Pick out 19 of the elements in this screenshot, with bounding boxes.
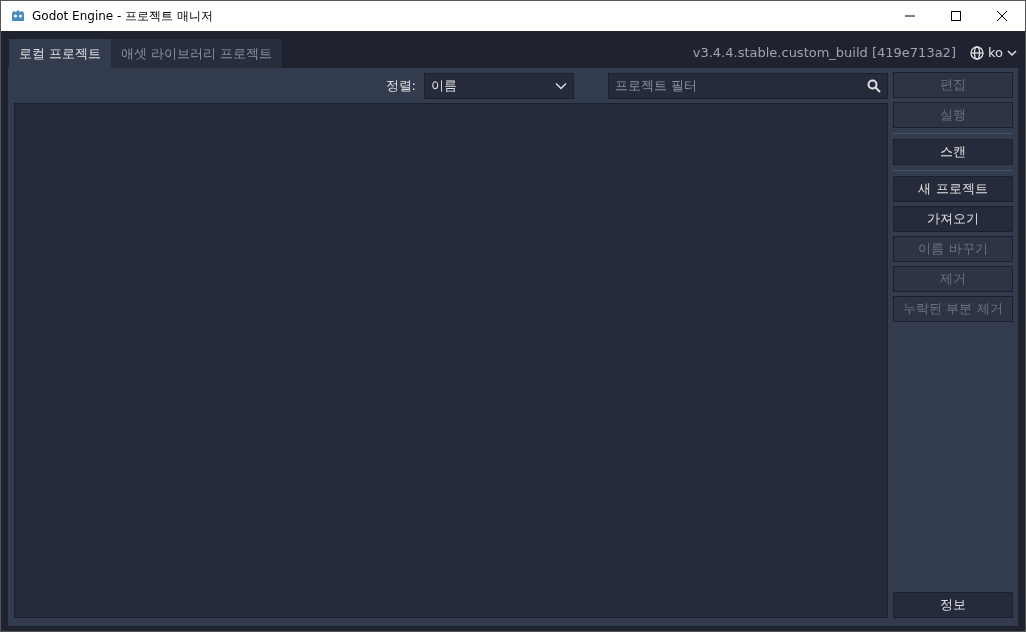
action-button[interactable]: 스캔 bbox=[893, 139, 1013, 165]
chevron-down-icon bbox=[555, 81, 567, 90]
tab[interactable]: 로컬 프로젝트 bbox=[9, 39, 112, 68]
search-icon bbox=[867, 78, 881, 93]
action-button[interactable]: 정보 bbox=[893, 592, 1013, 618]
action-button[interactable]: 새 프로젝트 bbox=[893, 176, 1013, 202]
sort-dropdown[interactable]: 이름 bbox=[424, 72, 574, 99]
version-label: v3.4.4.stable.custom_build [419e713a2] bbox=[692, 45, 956, 60]
search-field[interactable]: 프로젝트 필터 bbox=[608, 72, 888, 99]
sort-label: 정렬: bbox=[385, 76, 416, 95]
window-title: Godot Engine - 프로젝트 매니저 bbox=[32, 7, 214, 25]
globe-icon bbox=[969, 45, 984, 60]
close-icon bbox=[997, 11, 1007, 21]
robot-logo-icon bbox=[10, 8, 26, 24]
action-button[interactable]: 가져오기 bbox=[893, 206, 1013, 232]
maximize-icon bbox=[951, 11, 961, 21]
tab[interactable]: 애셋 라이브러리 프로젝트 bbox=[111, 39, 283, 68]
language-button[interactable]: ko bbox=[969, 45, 1017, 60]
chevron-down-icon bbox=[1007, 48, 1017, 57]
